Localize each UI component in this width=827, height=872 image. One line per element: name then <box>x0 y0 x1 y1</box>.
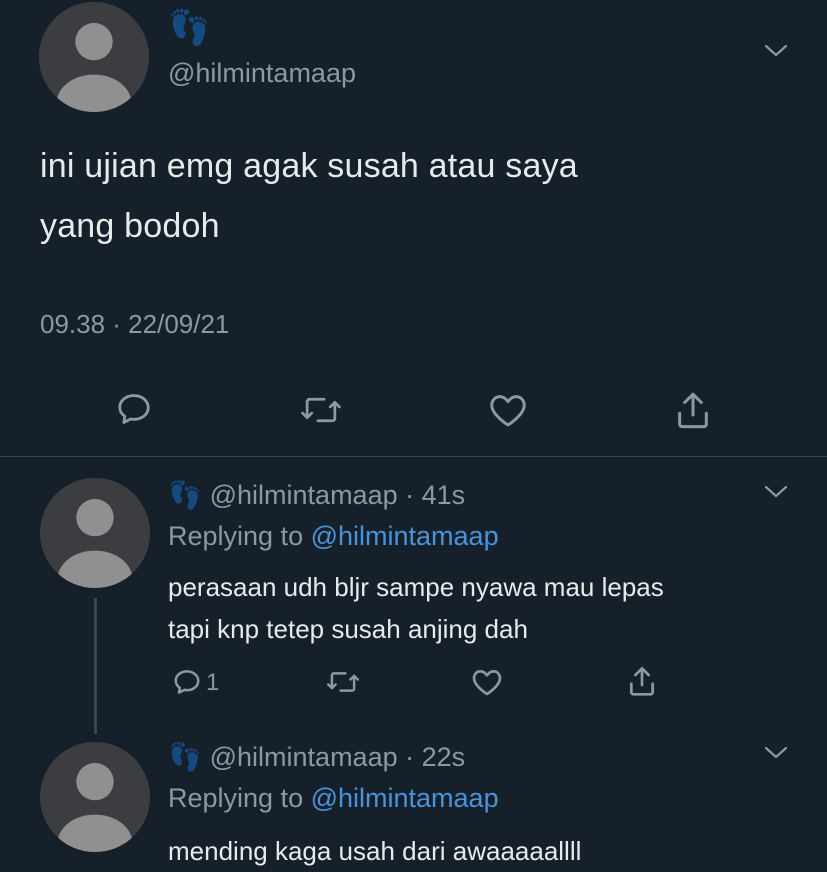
reply-text-line: perasaan udh bljr sampe nyawa mau lepas <box>168 572 664 602</box>
share-icon[interactable] <box>627 665 657 697</box>
main-tweet-text: ini ujian emg agak susah atau saya yang … <box>40 136 800 256</box>
default-avatar-icon <box>40 742 150 852</box>
reply-header[interactable]: 👣 @hilmintamaap · 41s <box>168 476 465 514</box>
reply-text-line: mending kaga usah dari awaaaaallll <box>168 836 582 866</box>
main-timestamp[interactable]: 09.38 · 22/09/21 <box>40 307 229 341</box>
footprints-emoji: 👣 <box>168 9 211 47</box>
main-tweet-text-line: yang bodoh <box>40 207 220 245</box>
default-avatar-icon <box>39 2 149 112</box>
reply-text-line: tapi knp tetep susah anjing dah <box>168 614 528 644</box>
chevron-down-icon[interactable] <box>764 746 788 760</box>
default-avatar-icon <box>40 478 150 588</box>
retweet-icon[interactable] <box>301 392 341 428</box>
chevron-down-icon[interactable] <box>764 485 788 499</box>
main-avatar[interactable] <box>39 2 149 112</box>
reply-handle-time: @hilmintamaap · 41s <box>209 480 466 510</box>
footprints-emoji: 👣 <box>168 480 202 510</box>
replying-to: Replying to @hilmintamaap <box>168 780 499 816</box>
reply-text: mending kaga usah dari awaaaaallll <box>168 830 808 872</box>
reply-count: 1 <box>206 669 220 696</box>
main-display-name[interactable]: 👣 <box>168 8 210 48</box>
reply-avatar[interactable] <box>40 478 150 588</box>
main-handle[interactable]: @hilmintamaap <box>168 55 356 91</box>
replying-to-handle-link[interactable]: @hilmintamaap <box>311 783 499 813</box>
reply-handle-time: @hilmintamaap · 22s <box>209 742 466 772</box>
like-icon[interactable] <box>471 667 503 697</box>
replying-to: Replying to @hilmintamaap <box>168 518 499 554</box>
replying-to-handle-link[interactable]: @hilmintamaap <box>311 521 499 551</box>
replying-to-label: Replying to <box>168 783 304 813</box>
replying-to-label: Replying to <box>168 521 304 551</box>
share-icon[interactable] <box>674 390 712 430</box>
reply-header[interactable]: 👣 @hilmintamaap · 22s <box>168 738 465 776</box>
footprints-emoji: 👣 <box>168 742 202 772</box>
reply-avatar[interactable] <box>40 742 150 852</box>
like-icon[interactable] <box>488 391 528 429</box>
main-tweet-text-line: ini ujian emg agak susah atau saya <box>40 147 578 185</box>
chevron-down-icon[interactable] <box>764 44 788 58</box>
retweet-icon[interactable] <box>327 668 359 696</box>
reply-icon[interactable] <box>172 667 202 697</box>
thread-connector-line <box>94 598 97 734</box>
reply-icon[interactable] <box>115 390 153 428</box>
section-divider <box>0 456 827 457</box>
reply-text: perasaan udh bljr sampe nyawa mau lepas … <box>168 566 808 650</box>
